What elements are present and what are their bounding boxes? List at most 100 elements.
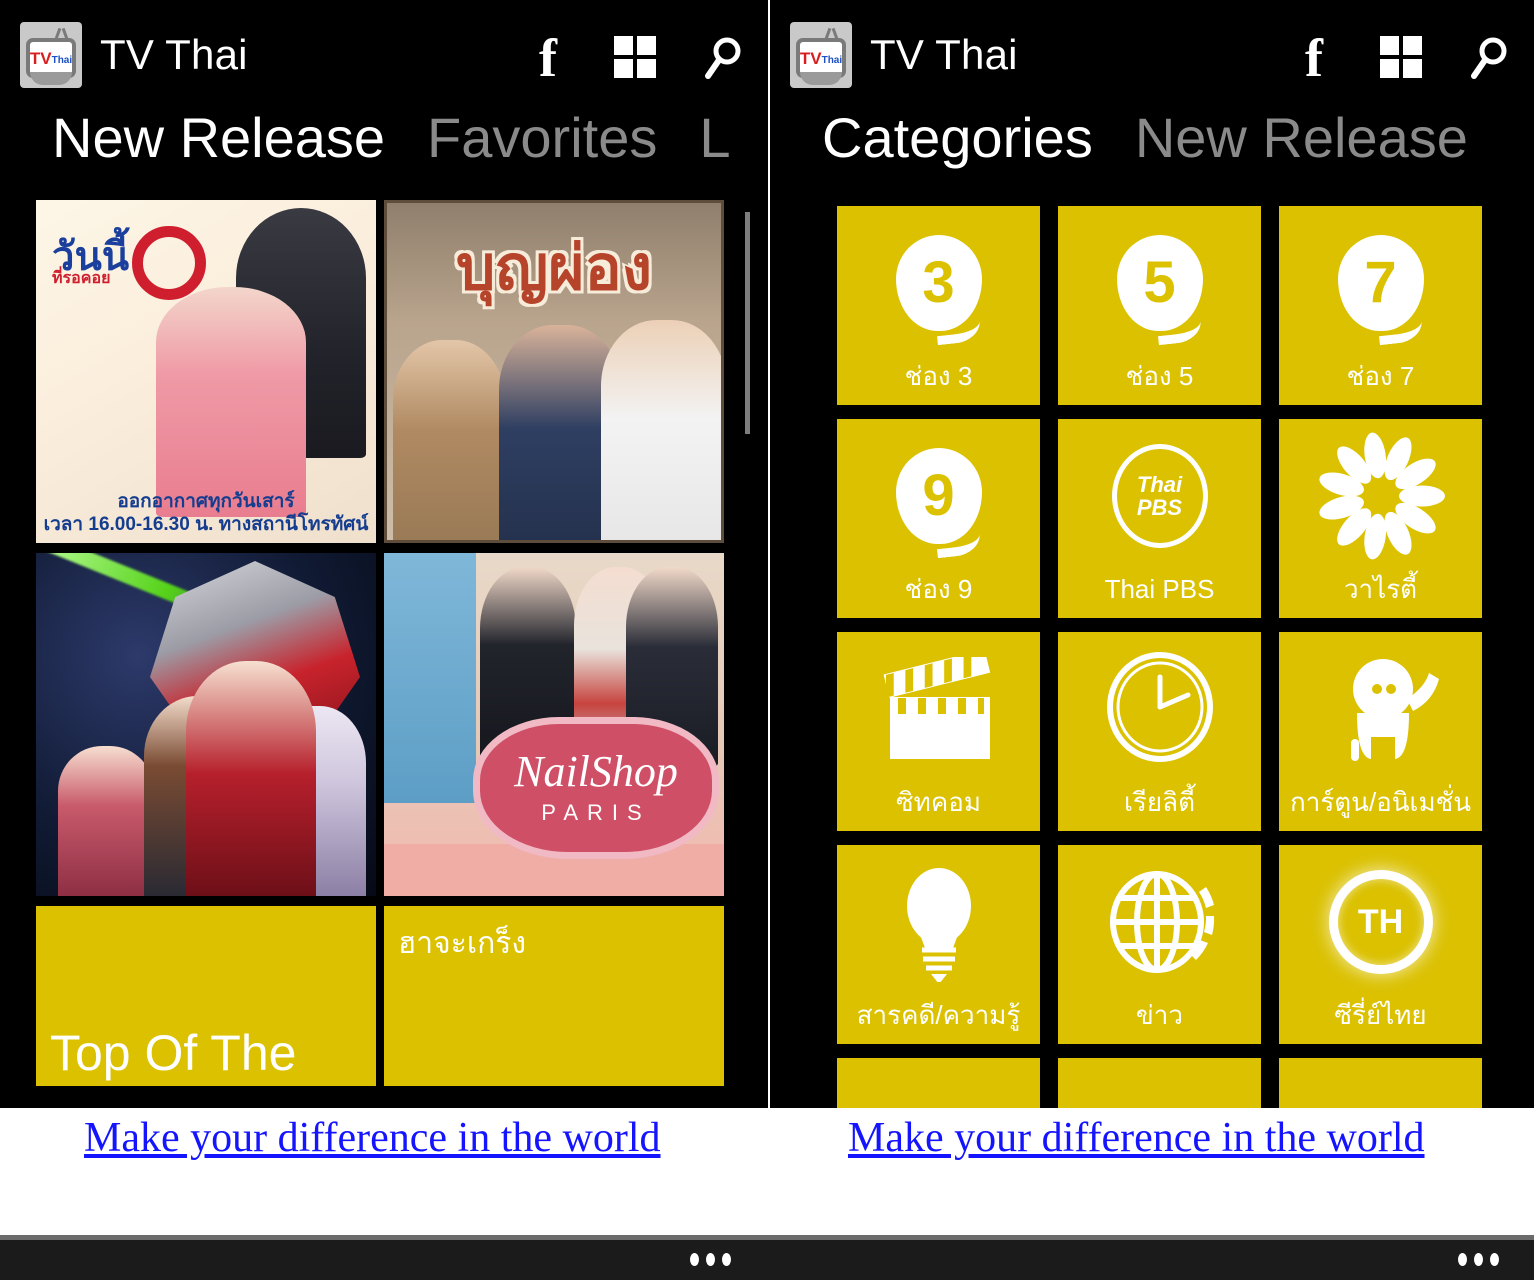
channel-9-glyph: 9 bbox=[922, 463, 955, 528]
tab-overflow[interactable]: L bbox=[699, 110, 730, 166]
ad-link-right[interactable]: Make your difference in the world bbox=[848, 1114, 1425, 1162]
overflow-dots-right[interactable] bbox=[1458, 1253, 1499, 1266]
poster-subtitle-wanni: ที่รอคอย bbox=[52, 270, 111, 287]
app-icon-right: TV Thai bbox=[790, 22, 852, 88]
cartoon-character-icon bbox=[1279, 638, 1482, 780]
category-tile-thai-series[interactable]: TH ซีรี่ย์ไทย bbox=[1279, 845, 1482, 1044]
antenna-right bbox=[61, 27, 70, 43]
icon-text-tv-right: TV bbox=[799, 48, 822, 68]
new-release-grid: วันนี้ ที่รอคอย ออกอากาศทุกวันเสาร์ เวลา… bbox=[0, 192, 768, 1086]
categories-grid: 3 ช่อง 3 5 ช่อง 5 7 ช่อง 7 9 ช่อง 9 Thai… bbox=[770, 192, 1534, 1108]
category-label-channel-3: ช่อง 3 bbox=[904, 361, 973, 391]
search-icon[interactable] bbox=[702, 36, 746, 82]
icon-text-thai-right: Thai bbox=[821, 55, 843, 66]
tab-favorites[interactable]: Favorites bbox=[427, 110, 657, 166]
category-tile-channel-3[interactable]: 3 ช่อง 3 bbox=[837, 206, 1040, 405]
plaque-subtitle: PARIS bbox=[541, 800, 651, 825]
pivot-tabs-left: New Release Favorites L bbox=[0, 110, 768, 192]
tile-label-ha-ja-kreng: ฮาจะเกร็ง bbox=[398, 927, 527, 960]
category-label-documentary: สารคดี/ความรู้ bbox=[856, 1000, 1021, 1030]
app-header-right: TV Thai TV Thai f bbox=[770, 0, 1534, 110]
category-tile-documentary[interactable]: สารคดี/ความรู้ bbox=[837, 845, 1040, 1044]
clock-icon bbox=[1058, 638, 1261, 780]
tab-categories[interactable]: Categories bbox=[822, 110, 1093, 166]
plaque-title: NailShop bbox=[514, 747, 678, 796]
tv-stand bbox=[30, 72, 72, 85]
category-tile-row5-b[interactable] bbox=[1058, 1058, 1261, 1108]
category-tile-cartoon[interactable]: การ์ตูน/อนิเมชั่น bbox=[1279, 632, 1482, 831]
th-ring-icon: TH bbox=[1279, 851, 1482, 993]
antenna-left-right bbox=[823, 27, 832, 43]
antenna-left bbox=[53, 27, 62, 43]
facebook-icon[interactable]: f bbox=[526, 31, 570, 85]
decor-door bbox=[384, 553, 476, 803]
tile-ha-ja-kreng[interactable]: ฮาจะเกร็ง bbox=[384, 906, 724, 1086]
th-glyph: TH bbox=[1357, 902, 1404, 941]
thai-pbs-glyph-line1: Thai bbox=[1136, 471, 1183, 497]
phone-panel-right: TV Thai TV Thai f Categories New Release bbox=[770, 0, 1534, 1108]
tab-new-release-right[interactable]: New Release bbox=[1135, 110, 1468, 166]
facebook-icon-right[interactable]: f bbox=[1292, 31, 1336, 85]
tile-row-1: วันนี้ ที่รอคอย ออกอากาศทุกวันเสาร์ เวลา… bbox=[0, 200, 768, 543]
tile-label-top-of-the: Top Of The bbox=[50, 1025, 297, 1081]
channel-3-glyph: 3 bbox=[922, 250, 955, 315]
phone-panel-left: TV Thai TV Thai f New Release Favorites … bbox=[0, 0, 768, 1108]
category-tile-channel-5[interactable]: 5 ช่อง 5 bbox=[1058, 206, 1261, 405]
poster-wanni-show[interactable]: วันนี้ ที่รอคอย ออกอากาศทุกวันเสาร์ เวลา… bbox=[36, 200, 376, 543]
category-label-thai-pbs: Thai PBS bbox=[1104, 574, 1215, 604]
decor-ring bbox=[132, 226, 206, 300]
vertical-scrollbar-left[interactable] bbox=[745, 212, 750, 434]
grid-tiles-icon-right[interactable] bbox=[1380, 36, 1424, 82]
tab-new-release[interactable]: New Release bbox=[52, 110, 385, 166]
caption-line-2: เวลา 16.00-16.30 น. ทางสถานีโทรทัศน์ bbox=[43, 514, 369, 536]
category-tile-channel-7[interactable]: 7 ช่อง 7 bbox=[1279, 206, 1482, 405]
channel-7-glyph: 7 bbox=[1364, 250, 1397, 315]
flower-petals-icon bbox=[1279, 425, 1482, 567]
category-label-cartoon: การ์ตูน/อนิเมชั่น bbox=[1289, 787, 1472, 817]
category-tile-thai-pbs[interactable]: Thai PBS Thai PBS bbox=[1058, 419, 1261, 618]
category-label-variety: วาไรตี้ bbox=[1343, 574, 1418, 604]
thai-pbs-ring-icon: Thai PBS bbox=[1058, 425, 1261, 567]
icon-text-thai: Thai bbox=[51, 55, 73, 66]
globe-icon bbox=[1058, 851, 1261, 993]
overflow-dots-left[interactable] bbox=[690, 1253, 731, 1266]
category-label-channel-9: ช่อง 9 bbox=[904, 574, 973, 604]
category-label-thai-series: ซีรี่ย์ไทย bbox=[1334, 1000, 1427, 1030]
category-label-sitcom: ซิทคอม bbox=[896, 787, 981, 817]
decor-floor bbox=[384, 844, 724, 896]
tile-row-2: NailShop PARIS bbox=[0, 553, 768, 896]
channel-5-blob-icon: 5 bbox=[1058, 212, 1261, 354]
category-label-channel-7: ช่อง 7 bbox=[1346, 361, 1415, 391]
grid-tiles-icon[interactable] bbox=[614, 36, 658, 82]
category-tile-channel-9[interactable]: 9 ช่อง 9 bbox=[837, 419, 1040, 618]
clapperboard-icon bbox=[837, 638, 1040, 780]
category-tile-variety[interactable]: วาไรตี้ bbox=[1279, 419, 1482, 618]
anime-char-1 bbox=[58, 746, 154, 896]
header-actions-right: f bbox=[1292, 31, 1512, 85]
poster-anime-mecha[interactable] bbox=[36, 553, 376, 896]
category-tile-reality[interactable]: เรียลิตี้ bbox=[1058, 632, 1261, 831]
tv-icon: TV Thai bbox=[26, 27, 76, 85]
header-actions-left: f bbox=[526, 31, 746, 85]
host-female bbox=[156, 287, 306, 517]
category-tile-row5-a[interactable] bbox=[837, 1058, 1040, 1108]
poster-boon-phong[interactable]: บุญผ่อง bbox=[384, 200, 724, 543]
channel-7-blob-icon: 7 bbox=[1279, 212, 1482, 354]
poster-caption: ออกอากาศทุกวันเสาร์ เวลา 16.00-16.30 น. … bbox=[36, 490, 376, 538]
channel-3-blob-icon: 3 bbox=[837, 212, 1040, 354]
category-tile-sitcom[interactable]: ซิทคอม bbox=[837, 632, 1040, 831]
ad-strip: Make your difference in the world Make y… bbox=[0, 1108, 1534, 1230]
ad-link-left[interactable]: Make your difference in the world bbox=[84, 1114, 661, 1162]
category-label-news: ข่าว bbox=[1136, 1000, 1183, 1030]
tv-stand-right bbox=[800, 72, 842, 85]
category-tile-row5-c[interactable] bbox=[1279, 1058, 1482, 1108]
search-icon-right[interactable] bbox=[1468, 36, 1512, 82]
cast-1 bbox=[393, 340, 505, 540]
category-label-reality: เรียลิตี้ bbox=[1124, 787, 1195, 817]
tile-row-3: Top Of The ฮาจะเกร็ง bbox=[0, 906, 768, 1086]
pivot-tabs-right: Categories New Release bbox=[770, 110, 1534, 192]
screenshot-root: TV Thai TV Thai f New Release Favorites … bbox=[0, 0, 1534, 1280]
tile-top-of-the[interactable]: Top Of The bbox=[36, 906, 376, 1086]
category-tile-news[interactable]: ข่าว bbox=[1058, 845, 1261, 1044]
poster-nail-shop-paris[interactable]: NailShop PARIS bbox=[384, 553, 724, 896]
